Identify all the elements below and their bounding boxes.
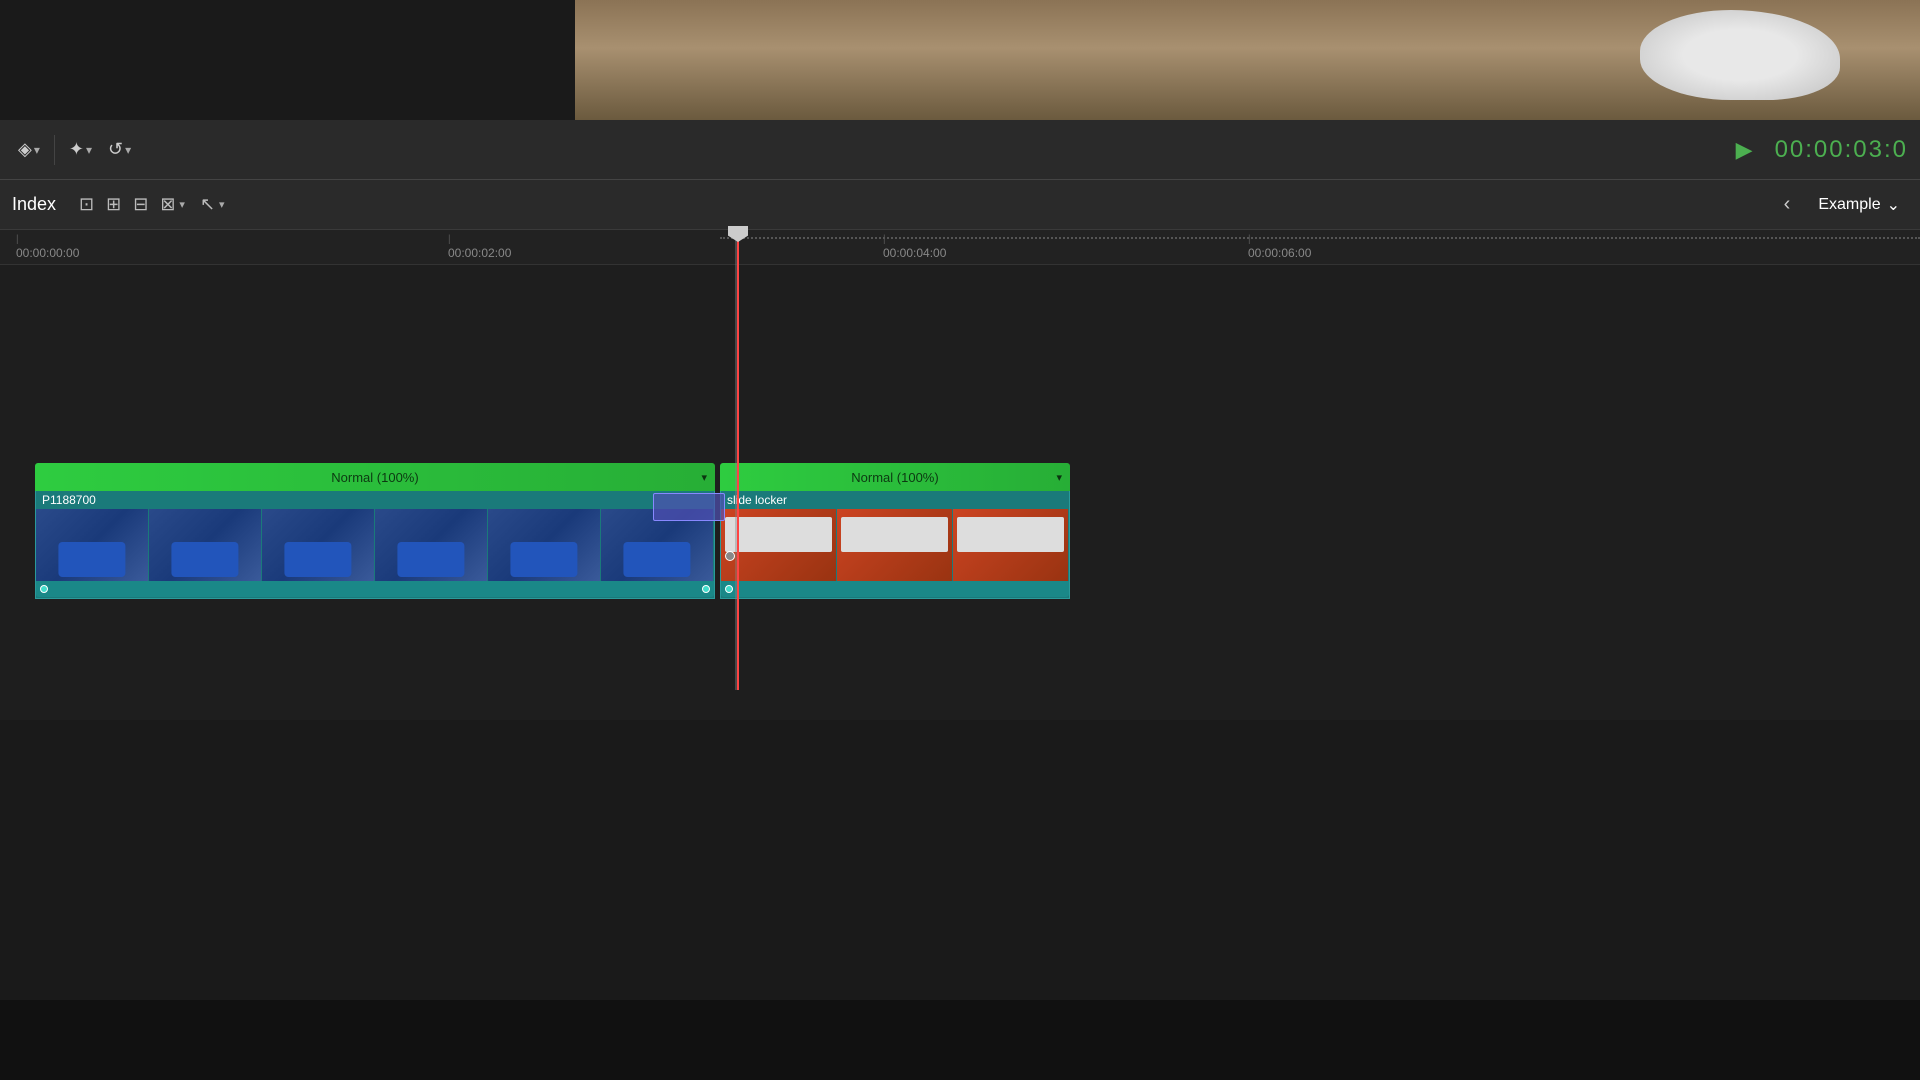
- motion-tool-icon: ↺: [108, 139, 123, 160]
- timeline-content: Normal (100%) ▾ P1188700 Normal (100: [0, 265, 1920, 720]
- clip-1-end-dot: [702, 585, 710, 593]
- layout-icon-4-dropdown[interactable]: ⊠ ▾: [157, 191, 185, 218]
- edge-tool-icon: ◈: [18, 139, 32, 160]
- bottom-bar: [0, 1000, 1920, 1080]
- clip-1-blend-bar[interactable]: Normal (100%) ▾: [35, 463, 715, 491]
- main-toolbar: ◈ ▾ ✦ ▾ ↺ ▾ ▶ 00:00:03:0: [0, 120, 1920, 180]
- play-button[interactable]: ▶: [1730, 133, 1759, 167]
- playhead[interactable]: [737, 230, 739, 690]
- edge-tool-chevron-icon: ▾: [34, 143, 40, 157]
- toolbar-right: ▶ 00:00:03:0: [1730, 133, 1908, 167]
- ruler-mark-1: 00:00:02:00: [448, 230, 511, 264]
- example-chevron-icon: ⌄: [1887, 195, 1900, 215]
- clip-2-start-dot: [725, 585, 733, 593]
- clip-1-start-dot: [40, 585, 48, 593]
- clip-1-thumb-4: [375, 509, 488, 581]
- clip-2-left-dot: [725, 551, 735, 561]
- clip-2[interactable]: Normal (100%) ▾ slide locker: [720, 463, 1070, 599]
- clip-2-blend-mode: Normal (100%): [851, 470, 938, 485]
- clip-1-thumb-3: [262, 509, 375, 581]
- clip-2-thumb-2: [837, 509, 953, 581]
- cursor-tool-group: ↖ ▾: [197, 191, 225, 218]
- timecode-display: 00:00:03:0: [1775, 136, 1908, 164]
- ruler-mark-0: 00:00:00:00: [16, 230, 79, 264]
- preview-area: [0, 0, 1920, 120]
- clip-1-blend-mode: Normal (100%): [331, 470, 418, 485]
- cursor-icon: ↖: [197, 191, 218, 218]
- select-tool-chevron-icon: ▾: [86, 143, 92, 157]
- index-label: Index: [12, 194, 56, 215]
- layout-icon-1[interactable]: ⊡: [76, 191, 97, 218]
- edge-tool-button[interactable]: ◈ ▾: [12, 135, 46, 164]
- clip-2-content: slide locker: [720, 491, 1070, 599]
- clip-1[interactable]: Normal (100%) ▾ P1188700: [35, 463, 715, 599]
- clip-1-title: P1188700: [36, 491, 714, 509]
- example-dropdown[interactable]: Example ⌄: [1810, 191, 1908, 219]
- clip-1-thumb-2: [149, 509, 262, 581]
- clip-1-thumb-1: [36, 509, 149, 581]
- ruler-mark-2: 00:00:04:00: [883, 230, 946, 264]
- clip-2-thumbnails: [721, 509, 1069, 581]
- cursor-tool-dropdown[interactable]: ↖ ▾: [197, 191, 225, 218]
- motion-tool-chevron-icon: ▾: [125, 143, 131, 157]
- timeline-ruler: 00:00:00:00 00:00:02:00 00:00:04:00 00:0…: [0, 230, 1920, 265]
- cursor-chevron-icon: ▾: [219, 198, 225, 211]
- ruler-dotted-line: [720, 237, 1920, 239]
- select-tool-icon: ✦: [69, 139, 84, 160]
- clip-2-blend-bar[interactable]: Normal (100%) ▾: [720, 463, 1070, 491]
- clip-2-bottom-bar: [721, 581, 1069, 597]
- timeline-header-bar: Index ⊡ ⊞ ⊟ ⊠ ▾ ↖ ▾ ‹ Example ⌄: [0, 180, 1920, 230]
- select-tool-button[interactable]: ✦ ▾: [63, 135, 98, 164]
- layout-icon-3[interactable]: ⊟: [130, 191, 151, 218]
- ruler-marks: 00:00:00:00 00:00:02:00 00:00:04:00 00:0…: [8, 230, 1912, 264]
- example-label: Example: [1818, 196, 1880, 214]
- layout-icon-2[interactable]: ⊞: [103, 191, 124, 218]
- nav-back-button[interactable]: ‹: [1776, 189, 1799, 220]
- preview-left: [0, 0, 575, 120]
- motion-tool-button[interactable]: ↺ ▾: [102, 135, 137, 164]
- play-icon: ▶: [1736, 137, 1753, 163]
- clip-2-thumb-3: [953, 509, 1069, 581]
- layout-icon-4: ⊠: [157, 191, 178, 218]
- layout-icons-group: ⊡ ⊞ ⊟ ⊠ ▾: [76, 191, 185, 218]
- preview-video: [575, 0, 1920, 120]
- toolbar-tools: ◈ ▾ ✦ ▾ ↺ ▾: [12, 135, 137, 165]
- layout-icon-4-chevron: ▾: [179, 198, 185, 211]
- clip-1-thumb-5: [488, 509, 601, 581]
- clip-2-title: slide locker: [721, 491, 1069, 509]
- transition-zone[interactable]: [653, 493, 725, 521]
- ruler-mark-3: 00:00:06:00: [1248, 230, 1311, 264]
- clip-1-thumbnails: [36, 509, 714, 581]
- toolbar-sep-1: [54, 135, 55, 165]
- clip-1-content: P1188700: [35, 491, 715, 599]
- clip-1-bottom-bar: [36, 581, 714, 597]
- clip-2-blend-dropdown-icon[interactable]: ▾: [1056, 471, 1062, 484]
- clip-1-blend-dropdown-icon[interactable]: ▾: [701, 471, 707, 484]
